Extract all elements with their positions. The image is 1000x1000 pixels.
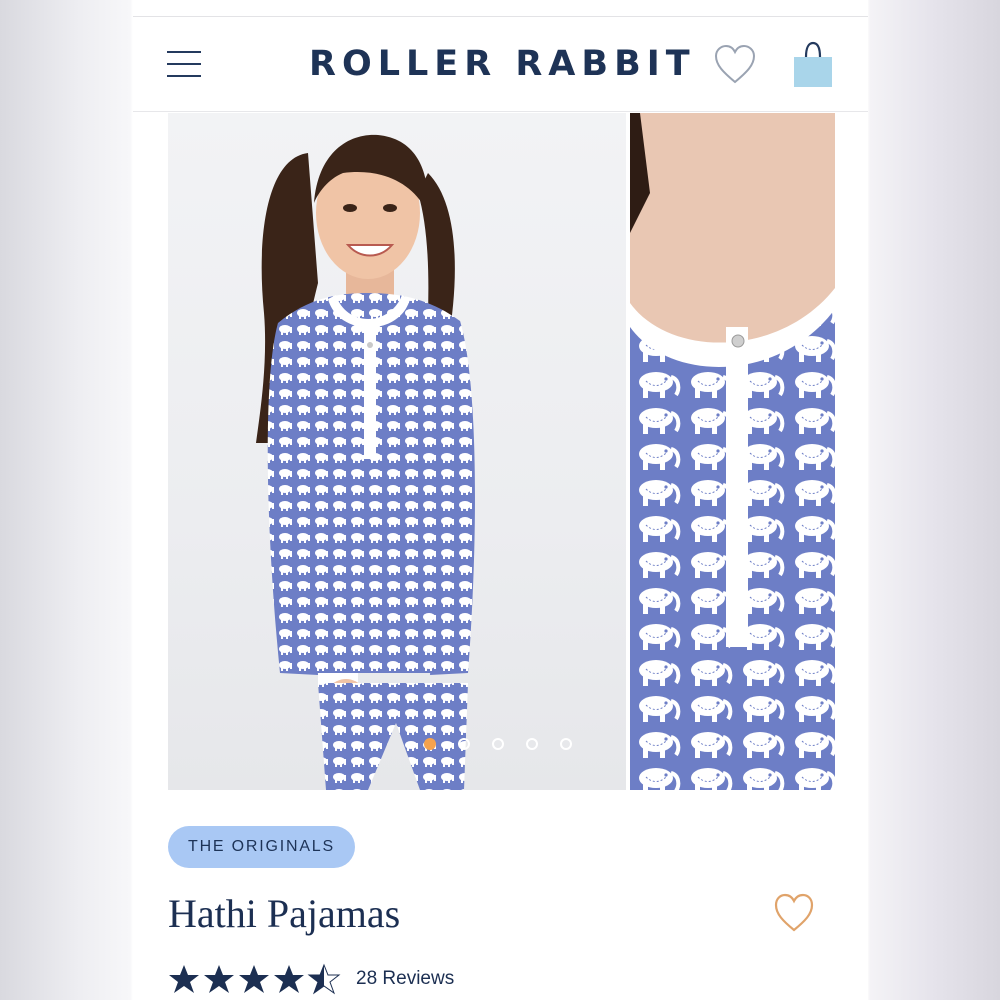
- shopping-bag-icon[interactable]: [791, 39, 835, 89]
- site-header: ROLLER RABBIT: [133, 17, 868, 112]
- reviews-link[interactable]: 28 Reviews: [356, 968, 454, 990]
- star-icon: [274, 965, 304, 993]
- collection-badge: THE ORIGINALS: [168, 826, 355, 868]
- heart-outline-icon[interactable]: [713, 43, 757, 85]
- carousel-dot-3[interactable]: [492, 738, 504, 750]
- star-rating: [168, 962, 343, 996]
- star-icon: [204, 965, 234, 993]
- hamburger-menu-icon[interactable]: [167, 49, 203, 79]
- product-image-gallery[interactable]: [168, 113, 835, 790]
- product-title: Hathi Pajamas: [168, 891, 401, 936]
- carousel-dot-5[interactable]: [560, 738, 572, 750]
- top-strip: [133, 0, 868, 17]
- favorite-heart-icon[interactable]: [773, 892, 815, 934]
- brand-logo[interactable]: ROLLER RABBIT: [309, 41, 695, 87]
- product-rating[interactable]: 28 Reviews: [168, 962, 568, 998]
- mobile-page: ROLLER RABBIT THE ORIGINALS Hathi Pajama…: [133, 0, 868, 1000]
- product-photo-model[interactable]: [168, 113, 626, 790]
- carousel-dot-1[interactable]: [424, 738, 436, 750]
- carousel-dots: [424, 738, 584, 756]
- star-icon: [169, 965, 199, 993]
- half-star-icon: [308, 964, 340, 994]
- carousel-dot-2[interactable]: [458, 738, 470, 750]
- product-photo-detail[interactable]: [630, 113, 835, 790]
- star-icon: [239, 965, 269, 993]
- carousel-dot-4[interactable]: [526, 738, 538, 750]
